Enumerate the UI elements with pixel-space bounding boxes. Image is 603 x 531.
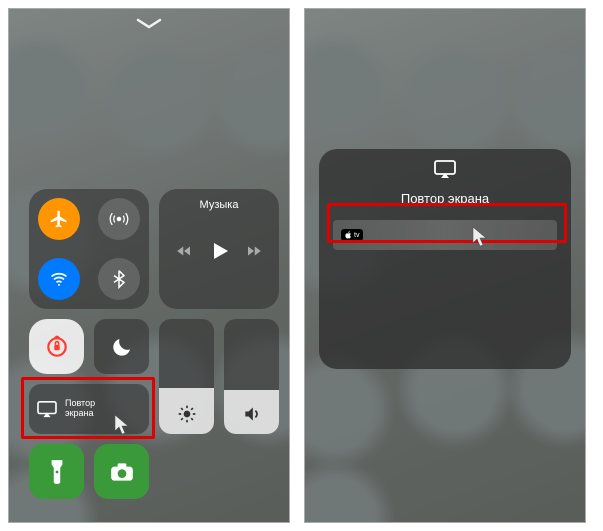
play-button[interactable] xyxy=(207,239,231,268)
screen-mirroring-sheet: Повтор экрана tv xyxy=(319,149,571,369)
control-center-panel-2: Повтор экрана tv xyxy=(304,8,586,523)
cellular-data-button[interactable] xyxy=(98,198,140,240)
cellular-icon xyxy=(109,209,129,229)
airplay-device-row[interactable]: tv xyxy=(333,220,557,250)
next-icon xyxy=(244,242,264,260)
airplay-icon xyxy=(433,159,457,184)
volume-icon xyxy=(242,404,262,424)
volume-slider[interactable] xyxy=(224,319,279,434)
bluetooth-icon xyxy=(109,269,129,289)
music-controls xyxy=(167,239,271,268)
lock-rotation-icon xyxy=(44,334,70,360)
bluetooth-button[interactable] xyxy=(98,258,140,300)
screen-mirroring-label: Повтор экрана xyxy=(65,399,95,419)
music-label: Музыка xyxy=(167,199,271,211)
music-tile[interactable]: Музыка xyxy=(159,189,279,309)
flashlight-button[interactable] xyxy=(29,444,84,499)
do-not-disturb-button[interactable] xyxy=(94,319,149,374)
control-center-panel-1: Музыка Повтор экрана xyxy=(8,8,290,523)
wifi-icon xyxy=(49,269,69,289)
flashlight-icon xyxy=(47,458,67,486)
brightness-icon xyxy=(177,404,197,424)
apple-tv-badge: tv xyxy=(341,229,363,241)
screen-mirroring-button[interactable]: Повтор экрана xyxy=(29,384,149,434)
airplay-icon xyxy=(36,400,58,418)
apple-logo-icon xyxy=(345,231,352,239)
connectivity-tile[interactable] xyxy=(29,189,149,309)
camera-button[interactable] xyxy=(94,444,149,499)
airplane-icon xyxy=(49,209,69,229)
sheet-title: Повтор экрана xyxy=(333,191,557,206)
airplane-mode-button[interactable] xyxy=(38,198,80,240)
next-track-button[interactable] xyxy=(244,242,264,265)
orientation-lock-button[interactable] xyxy=(29,319,84,374)
moon-icon xyxy=(110,335,134,359)
wifi-button[interactable] xyxy=(38,258,80,300)
prev-track-button[interactable] xyxy=(174,242,194,265)
play-icon xyxy=(207,239,231,263)
prev-icon xyxy=(174,242,194,260)
camera-icon xyxy=(109,461,135,483)
apple-tv-badge-text: tv xyxy=(354,232,359,239)
close-chevron-icon[interactable] xyxy=(136,17,162,35)
brightness-slider[interactable] xyxy=(159,319,214,434)
